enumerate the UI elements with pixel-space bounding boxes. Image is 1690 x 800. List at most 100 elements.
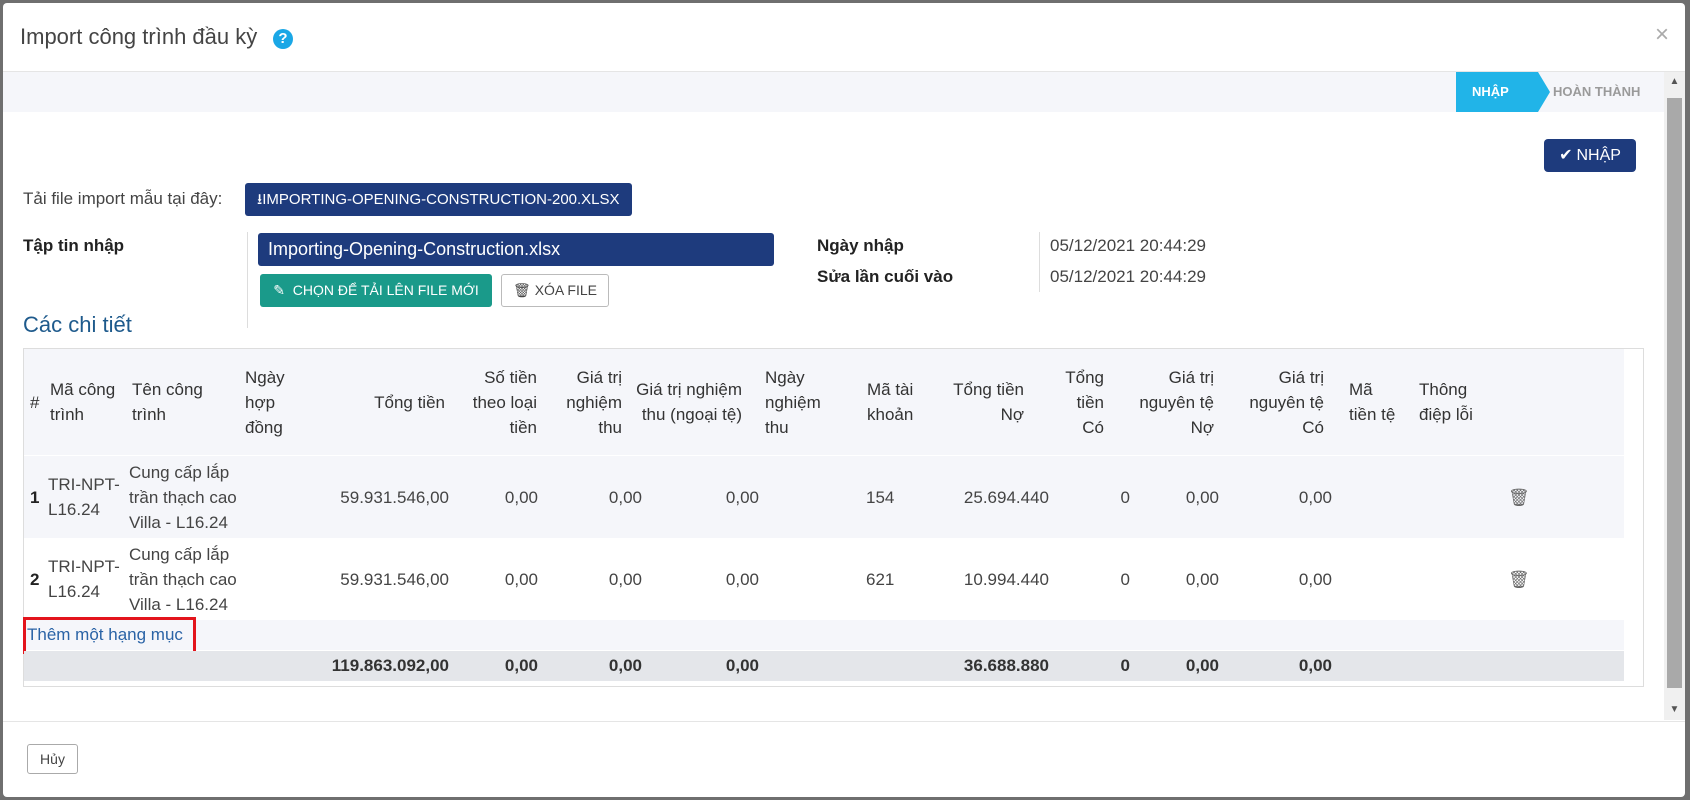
divider — [247, 232, 248, 328]
row-index: 1 — [30, 487, 40, 507]
row-name: Cung cấp lắp trần thạch cao Villa - L16.… — [129, 544, 237, 614]
modal-title: Import công trình đầu kỳ — [20, 24, 258, 49]
import-button-label: NHẬP — [1576, 147, 1621, 164]
table-row: 1 TRI-NPT-L16.24 Cung cấp lắp trần thạch… — [24, 456, 1624, 538]
table-row: 2 TRI-NPT-L16.24 Cung cấp lắp trần thạch… — [24, 538, 1624, 620]
total-amount: 119.863.092,00 — [331, 656, 449, 675]
row-code: TRI-NPT-L16.24 — [48, 557, 120, 601]
row-error — [1419, 538, 1499, 620]
row-amount-by-type: 0,00 — [504, 569, 538, 589]
row-account: 154 — [866, 487, 895, 507]
delete-file-label: XÓA FILE — [534, 282, 597, 298]
close-icon[interactable]: × — [1655, 21, 1669, 49]
col-total-credit: Tổng tiền Có — [1065, 367, 1104, 437]
row-total-credit: 0 — [1120, 569, 1130, 589]
row-acceptance-value-fc: 0,00 — [725, 569, 759, 589]
col-total-debit: Tổng tiền Nợ — [953, 380, 1024, 424]
col-orig-debit: Giá trị nguyên tệ Nợ — [1139, 367, 1214, 437]
import-date-value: 05/12/2021 20:44:29 — [1050, 236, 1206, 255]
add-row-bar: Thêm một hạng mục — [23, 617, 1624, 654]
import-modal: Import công trình đầu kỳ ? × NHẬP HOÀN T… — [3, 3, 1685, 797]
import-date-label: Ngày nhập — [817, 236, 904, 255]
row-code: TRI-NPT-L16.24 — [48, 475, 120, 519]
file-name: Importing-Opening-Construction.xlsx — [258, 233, 774, 266]
col-acceptance-date: Ngày nghiệm thu — [765, 367, 821, 437]
col-contract-date: Ngày hợp đồng — [245, 367, 285, 437]
row-name: Cung cấp lắp trần thạch cao Villa - L16.… — [129, 462, 237, 532]
row-total: 59.931.546,00 — [340, 487, 449, 507]
row-orig-debit: 0,00 — [1185, 569, 1219, 589]
col-account: Mã tài khoản — [867, 380, 914, 424]
highlight-box — [23, 617, 196, 654]
total-acceptance-value-fc: 0,00 — [725, 656, 759, 675]
total-acceptance-value: 0,00 — [608, 656, 642, 675]
row-orig-credit: 0,00 — [1298, 487, 1332, 507]
table-header: # Mã công trình Tên công trình Ngày hợp … — [24, 349, 1624, 455]
delete-file-button[interactable]: 🗑 XÓA FILE — [501, 274, 609, 307]
row-orig-credit: 0,00 — [1298, 569, 1332, 589]
scroll-down-icon[interactable]: ▼ — [1664, 700, 1685, 720]
row-total-debit: 10.994.440 — [963, 569, 1049, 589]
col-index: # — [30, 392, 40, 412]
col-total: Tổng tiền — [374, 392, 445, 412]
col-acceptance-value-fc: Giá trị nghiệm thu (ngoại tệ) — [636, 380, 742, 424]
modified-date-value: 05/12/2021 20:44:29 — [1050, 267, 1206, 286]
scroll-up-icon[interactable]: ▲ — [1664, 72, 1685, 92]
row-acceptance-date — [765, 456, 845, 538]
row-currency — [1349, 456, 1397, 538]
cancel-button[interactable]: Hủy — [27, 744, 78, 774]
help-icon[interactable]: ? — [273, 29, 293, 49]
col-name: Tên công trình — [132, 380, 203, 424]
download-template-label: IMPORTING-OPENING-CONSTRUCTION-200.XLSX — [262, 191, 620, 208]
row-acceptance-value: 0,00 — [608, 569, 642, 589]
col-acceptance-value: Giá trị nghiệm thu — [566, 367, 622, 437]
details-title: Các chi tiết — [23, 312, 132, 337]
row-orig-debit: 0,00 — [1185, 487, 1219, 507]
file-label: Tập tin nhập — [23, 236, 125, 255]
step-bar: NHẬP HOÀN THÀNH — [3, 72, 1664, 112]
scroll-thumb[interactable] — [1667, 98, 1682, 688]
delete-row-icon[interactable]: 🗑 — [1508, 456, 1530, 538]
row-acceptance-value-fc: 0,00 — [725, 487, 759, 507]
row-index: 2 — [30, 569, 40, 589]
row-contract-date — [245, 456, 300, 538]
vertical-scrollbar[interactable]: ▲ ▼ — [1664, 72, 1685, 720]
row-account: 621 — [866, 569, 895, 589]
row-acceptance-value: 0,00 — [608, 487, 642, 507]
delete-row-icon[interactable]: 🗑 — [1508, 538, 1530, 620]
row-error — [1419, 456, 1499, 538]
total-debit: 36.688.880 — [963, 656, 1049, 675]
download-template-button[interactable]: ⭳IMPORTING-OPENING-CONSTRUCTION-200.XLSX — [245, 183, 632, 216]
col-amount-by-type: Số tiền theo loại tiền — [472, 367, 537, 437]
total-credit: 0 — [1120, 656, 1130, 675]
total-orig-debit: 0,00 — [1185, 656, 1219, 675]
step-complete: HOÀN THÀNH — [1553, 84, 1641, 99]
row-acceptance-date — [765, 538, 845, 620]
col-orig-credit: Giá trị nguyên tệ Có — [1249, 367, 1324, 437]
row-total-credit: 0 — [1120, 487, 1130, 507]
row-total-debit: 25.694.440 — [963, 487, 1049, 507]
details-table: # Mã công trình Tên công trình Ngày hợp … — [23, 348, 1644, 687]
check-icon: ✔ — [1559, 147, 1573, 164]
upload-label: CHỌN ĐỂ TẢI LÊN FILE MỚI — [292, 282, 479, 298]
modified-date-label: Sửa lần cuối vào — [817, 267, 954, 286]
divider — [1039, 232, 1040, 292]
row-currency — [1349, 538, 1397, 620]
modal-body: NHẬP HOÀN THÀNH ▲ ▼ ✔ NHẬP Tải file impor… — [3, 72, 1685, 720]
import-button[interactable]: ✔ NHẬP — [1544, 139, 1636, 172]
col-code: Mã công trình — [50, 380, 116, 424]
total-orig-credit: 0,00 — [1298, 656, 1332, 675]
modal-footer: Hủy — [3, 721, 1685, 797]
col-error: Thông điệp lỗi — [1419, 380, 1473, 424]
pencil-icon: ✎ — [273, 282, 285, 298]
col-currency: Mã tiền tệ — [1349, 380, 1396, 424]
step-import-active: NHẬP — [1456, 72, 1538, 112]
total-amount-by-type: 0,00 — [504, 656, 538, 675]
row-contract-date — [245, 538, 300, 620]
row-total: 59.931.546,00 — [340, 569, 449, 589]
row-amount-by-type: 0,00 — [504, 487, 538, 507]
totals-row: 119.863.092,00 0,00 0,00 0,00 36.688.880… — [24, 651, 1624, 681]
upload-new-file-button[interactable]: ✎ CHỌN ĐỂ TẢI LÊN FILE MỚI — [260, 274, 492, 307]
modal-header: Import công trình đầu kỳ ? × — [3, 3, 1685, 72]
template-label: Tải file import mẫu tại đây: — [23, 189, 223, 208]
